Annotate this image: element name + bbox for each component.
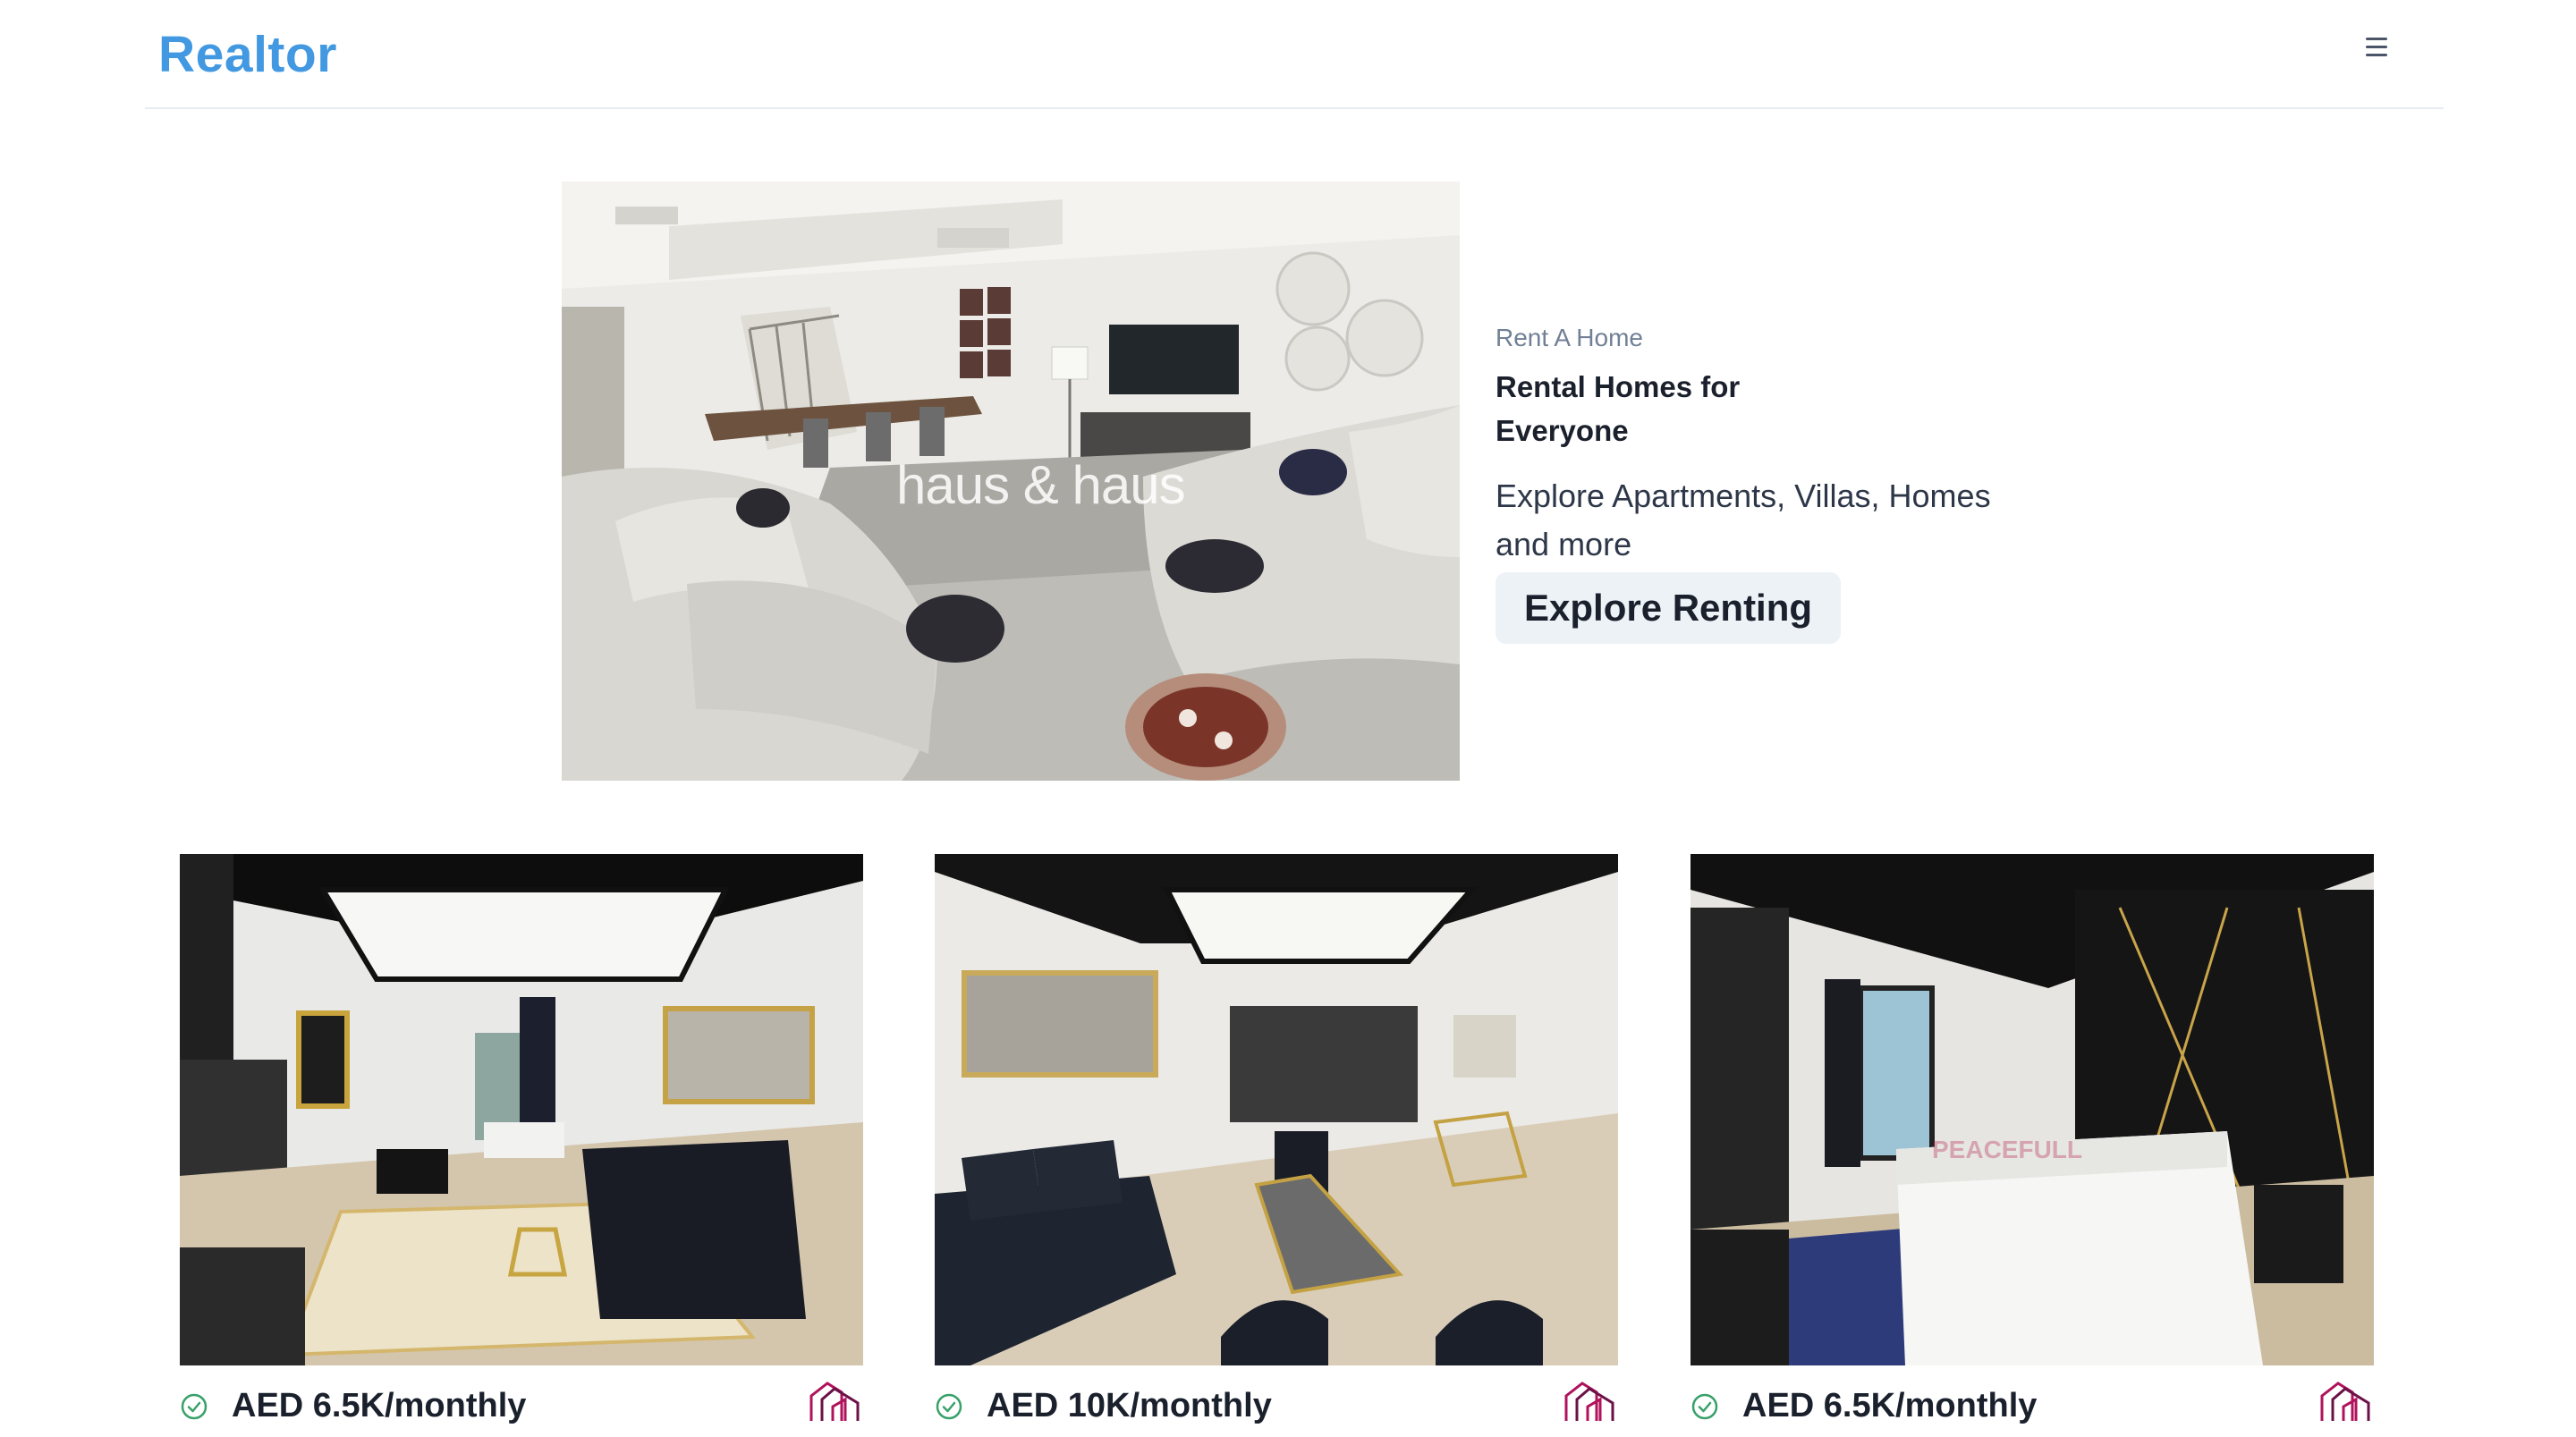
safeful-logo (1564, 1382, 1614, 1421)
brand-logo[interactable]: Realtor (158, 25, 337, 84)
hero-description: Explore Apartments, Villas, Homes and mo… (1496, 478, 1991, 562)
listing-photo[interactable] (180, 854, 863, 1365)
safeful-logo (2320, 1382, 2370, 1421)
listing-photo[interactable] (935, 854, 1618, 1365)
check-circle-icon (1691, 1393, 1718, 1420)
hamburger-menu-icon[interactable] (2358, 32, 2395, 66)
safeful-logo (809, 1382, 860, 1421)
hero-image-watermark: haus & haus (896, 455, 1186, 515)
listing-card[interactable]: AED 6.5K/monthly (180, 854, 863, 1437)
listing-price-row: AED 10K/monthly (935, 1374, 1618, 1437)
check-circle-icon (936, 1393, 962, 1420)
explore-renting-button[interactable]: Explore Renting (1496, 572, 1842, 644)
listing-price-row: AED 6.5K/monthly (180, 1374, 863, 1437)
hero-text: Rent A Home Rental Homes for Everyone Ex… (1496, 324, 2032, 644)
check-circle-icon (181, 1393, 208, 1420)
hero-title: Rental Homes for Everyone (1496, 370, 1741, 447)
listing-card[interactable]: AED 10K/monthly (935, 854, 1618, 1437)
navbar: Realtor (145, 0, 2444, 109)
listing-photo[interactable]: PEACEFULL (1690, 854, 2374, 1365)
listing-price: AED 10K/monthly (987, 1387, 1272, 1424)
listing-price: AED 6.5K/monthly (1742, 1387, 2038, 1424)
listing-card[interactable]: PEACEFULL AED 6.5K/monthly (1690, 854, 2374, 1437)
listing-price-row: AED 6.5K/monthly (1690, 1374, 2374, 1437)
listing-price: AED 6.5K/monthly (232, 1387, 527, 1424)
svg-text:PEACEFULL: PEACEFULL (1932, 1136, 2082, 1163)
hero-image: haus & haus (562, 182, 1460, 781)
hero-eyebrow: Rent A Home (1496, 324, 1643, 351)
